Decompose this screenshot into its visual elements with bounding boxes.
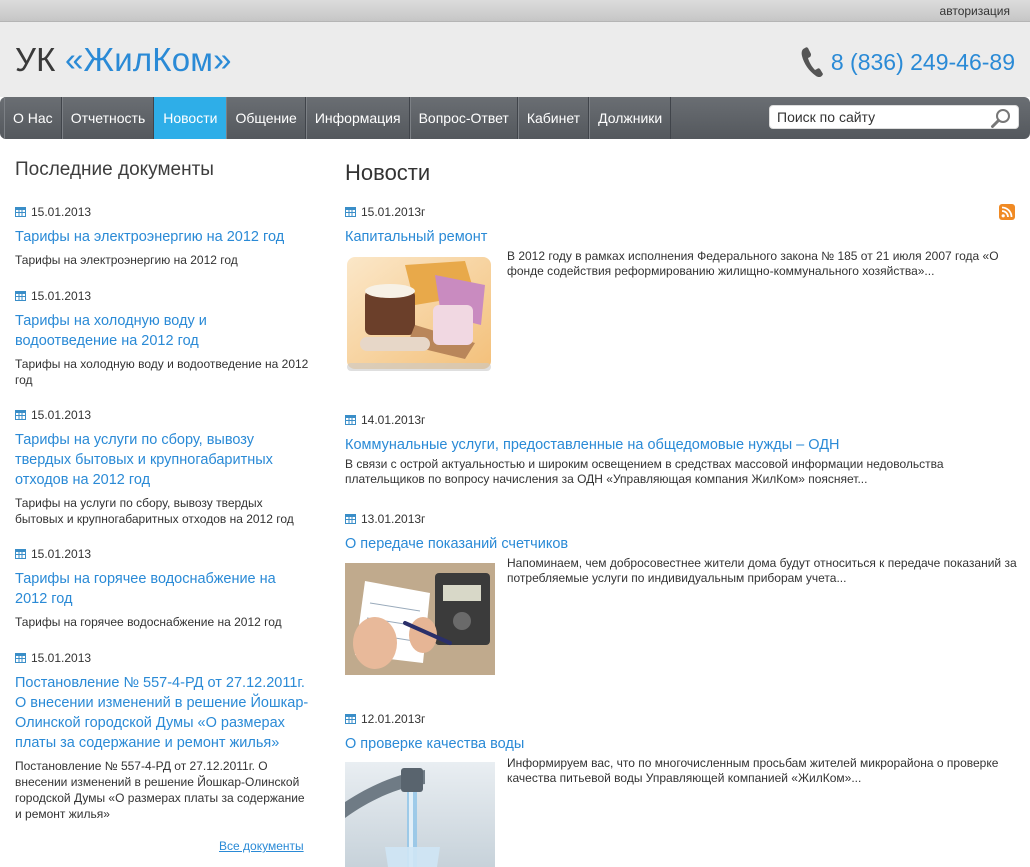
document-description: Тарифы на горячее водоснабжение на 2012 … <box>15 615 282 629</box>
nav-item-cabinet[interactable]: Кабинет <box>517 97 590 139</box>
document-description: Постановление № 557-4-РД от 27.12.2011г.… <box>15 759 305 821</box>
calendar-icon <box>345 207 356 217</box>
all-documents-link[interactable]: Все документы <box>219 839 304 853</box>
news-title-link[interactable]: О проверке качества воды <box>345 734 1020 754</box>
news-summary: В связи с острой актуальностью и широким… <box>345 457 944 486</box>
search-input[interactable] <box>777 108 982 126</box>
document-date: 15.01.2013 <box>31 289 92 303</box>
document-date: 15.01.2013 <box>31 651 92 665</box>
calendar-icon <box>345 415 356 425</box>
news-summary: В 2012 году в рамках исполнения Федераль… <box>507 249 999 278</box>
document-description: Тарифы на услуги по сбору, вывозу тверды… <box>15 496 294 526</box>
search-icon[interactable] <box>990 107 1012 129</box>
nav-item-reports[interactable]: Отчетность <box>61 97 155 139</box>
document-link[interactable]: Тарифы на холодную воду и водоотведение … <box>15 311 310 351</box>
calendar-icon <box>15 549 26 559</box>
document-description: Тарифы на электроэнергию на 2012 год <box>15 253 238 267</box>
news-item: 13.01.2013г О передаче показаний счетчик… <box>345 512 1020 675</box>
news-date: 12.01.2013г <box>361 712 426 726</box>
news-date: 15.01.2013г <box>361 205 426 219</box>
document-link[interactable]: Тарифы на услуги по сбору, вывозу тверды… <box>15 430 310 490</box>
news-title-link[interactable]: О передаче показаний счетчиков <box>345 534 1020 554</box>
nav-item-faq[interactable]: Вопрос-Ответ <box>409 97 518 139</box>
calendar-icon <box>345 714 356 724</box>
news-item: 12.01.2013г О проверке качества воды Инф… <box>345 712 1020 867</box>
news-date: 14.01.2013г <box>361 413 426 427</box>
news-date: 13.01.2013г <box>361 512 426 526</box>
nav-item-communication[interactable]: Общение <box>226 97 306 139</box>
sidebar-title: Последние документы <box>15 159 214 180</box>
calendar-icon <box>15 291 26 301</box>
login-link[interactable]: авторизация <box>940 4 1010 18</box>
document-link[interactable]: Постановление № 557-4-РД от 27.12.2011г.… <box>15 673 310 753</box>
news-thumbnail[interactable] <box>345 563 495 675</box>
news-title-link[interactable]: Капитальный ремонт <box>345 227 1020 247</box>
news-summary: Информируем вас, что по многочисленным п… <box>507 756 999 785</box>
logo-brand: «ЖилКом» <box>64 41 232 78</box>
document-item: 15.01.2013 Тарифы на горячее водоснабжен… <box>15 547 310 630</box>
document-item: 15.01.2013 Постановление № 557-4-РД от 2… <box>15 651 310 822</box>
calendar-icon <box>15 207 26 217</box>
document-item: 15.01.2013 Тарифы на электроэнергию на 2… <box>15 205 310 268</box>
document-link[interactable]: Тарифы на электроэнергию на 2012 год <box>15 227 310 247</box>
news-thumbnail[interactable] <box>345 255 493 373</box>
nav-item-debtors[interactable]: Должники <box>589 97 672 139</box>
phone-icon <box>801 47 823 78</box>
top-bar: авторизация <box>0 0 1030 22</box>
document-date: 15.01.2013 <box>31 547 92 561</box>
phone-number[interactable]: 8 (836) 249-46-89 <box>831 49 1015 76</box>
news-title-link[interactable]: Коммунальные услуги, предоставленные на … <box>345 435 1020 455</box>
news-thumbnail[interactable] <box>345 762 495 867</box>
calendar-icon <box>15 653 26 663</box>
search-box <box>769 105 1019 129</box>
news-item: 15.01.2013г Капитальный ремонт В 2012 го… <box>345 205 1020 371</box>
calendar-icon <box>345 514 356 524</box>
page-title: Новости <box>345 160 431 185</box>
document-date: 15.01.2013 <box>31 205 92 219</box>
nav-item-news[interactable]: Новости <box>154 97 227 139</box>
document-item: 15.01.2013 Тарифы на услуги по сбору, вы… <box>15 408 310 527</box>
document-link[interactable]: Тарифы на горячее водоснабжение на 2012 … <box>15 569 310 609</box>
logo-prefix: УК <box>15 41 65 78</box>
site-header: УК «ЖилКом» 8 (836) 249-46-89 <box>0 22 1030 97</box>
sidebar: Последние документы <box>15 150 310 181</box>
news-item: 14.01.2013г Коммунальные услуги, предост… <box>345 413 1020 486</box>
document-date: 15.01.2013 <box>31 408 92 422</box>
phone-block: 8 (836) 249-46-89 <box>799 46 1015 78</box>
document-item: 15.01.2013 Тарифы на холодную воду и вод… <box>15 289 310 388</box>
site-logo[interactable]: УК «ЖилКом» <box>15 41 232 79</box>
news-summary: Напоминаем, чем добросовестнее жители до… <box>507 556 1017 585</box>
nav-item-about[interactable]: О Нас <box>4 97 62 139</box>
nav-item-information[interactable]: Информация <box>305 97 410 139</box>
document-description: Тарифы на холодную воду и водоотведение … <box>15 357 309 387</box>
calendar-icon <box>15 410 26 420</box>
